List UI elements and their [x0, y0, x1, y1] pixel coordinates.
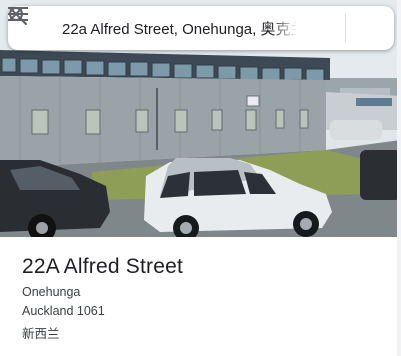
address-city-postcode: Auckland 1061 — [22, 304, 105, 318]
place-info-card: 22A Alfred Street Onehunga Auckland 1061… — [0, 237, 401, 356]
search-input[interactable]: 22a Alfred Street, Onehunga, 奥克兰 — [56, 17, 297, 39]
address-locality: Onehunga — [22, 285, 81, 299]
address-country: 新西兰 — [22, 327, 60, 341]
close-icon[interactable] — [9, 6, 394, 50]
street-view-photo[interactable]: 22a Alfred Street, Onehunga, 奥克兰 — [0, 0, 401, 237]
place-title: 22A Alfred Street — [22, 255, 184, 278]
scrollbar[interactable] — [397, 0, 401, 356]
search-icon[interactable] — [9, 6, 345, 50]
search-bar[interactable]: 22a Alfred Street, Onehunga, 奥克兰 — [8, 6, 394, 50]
